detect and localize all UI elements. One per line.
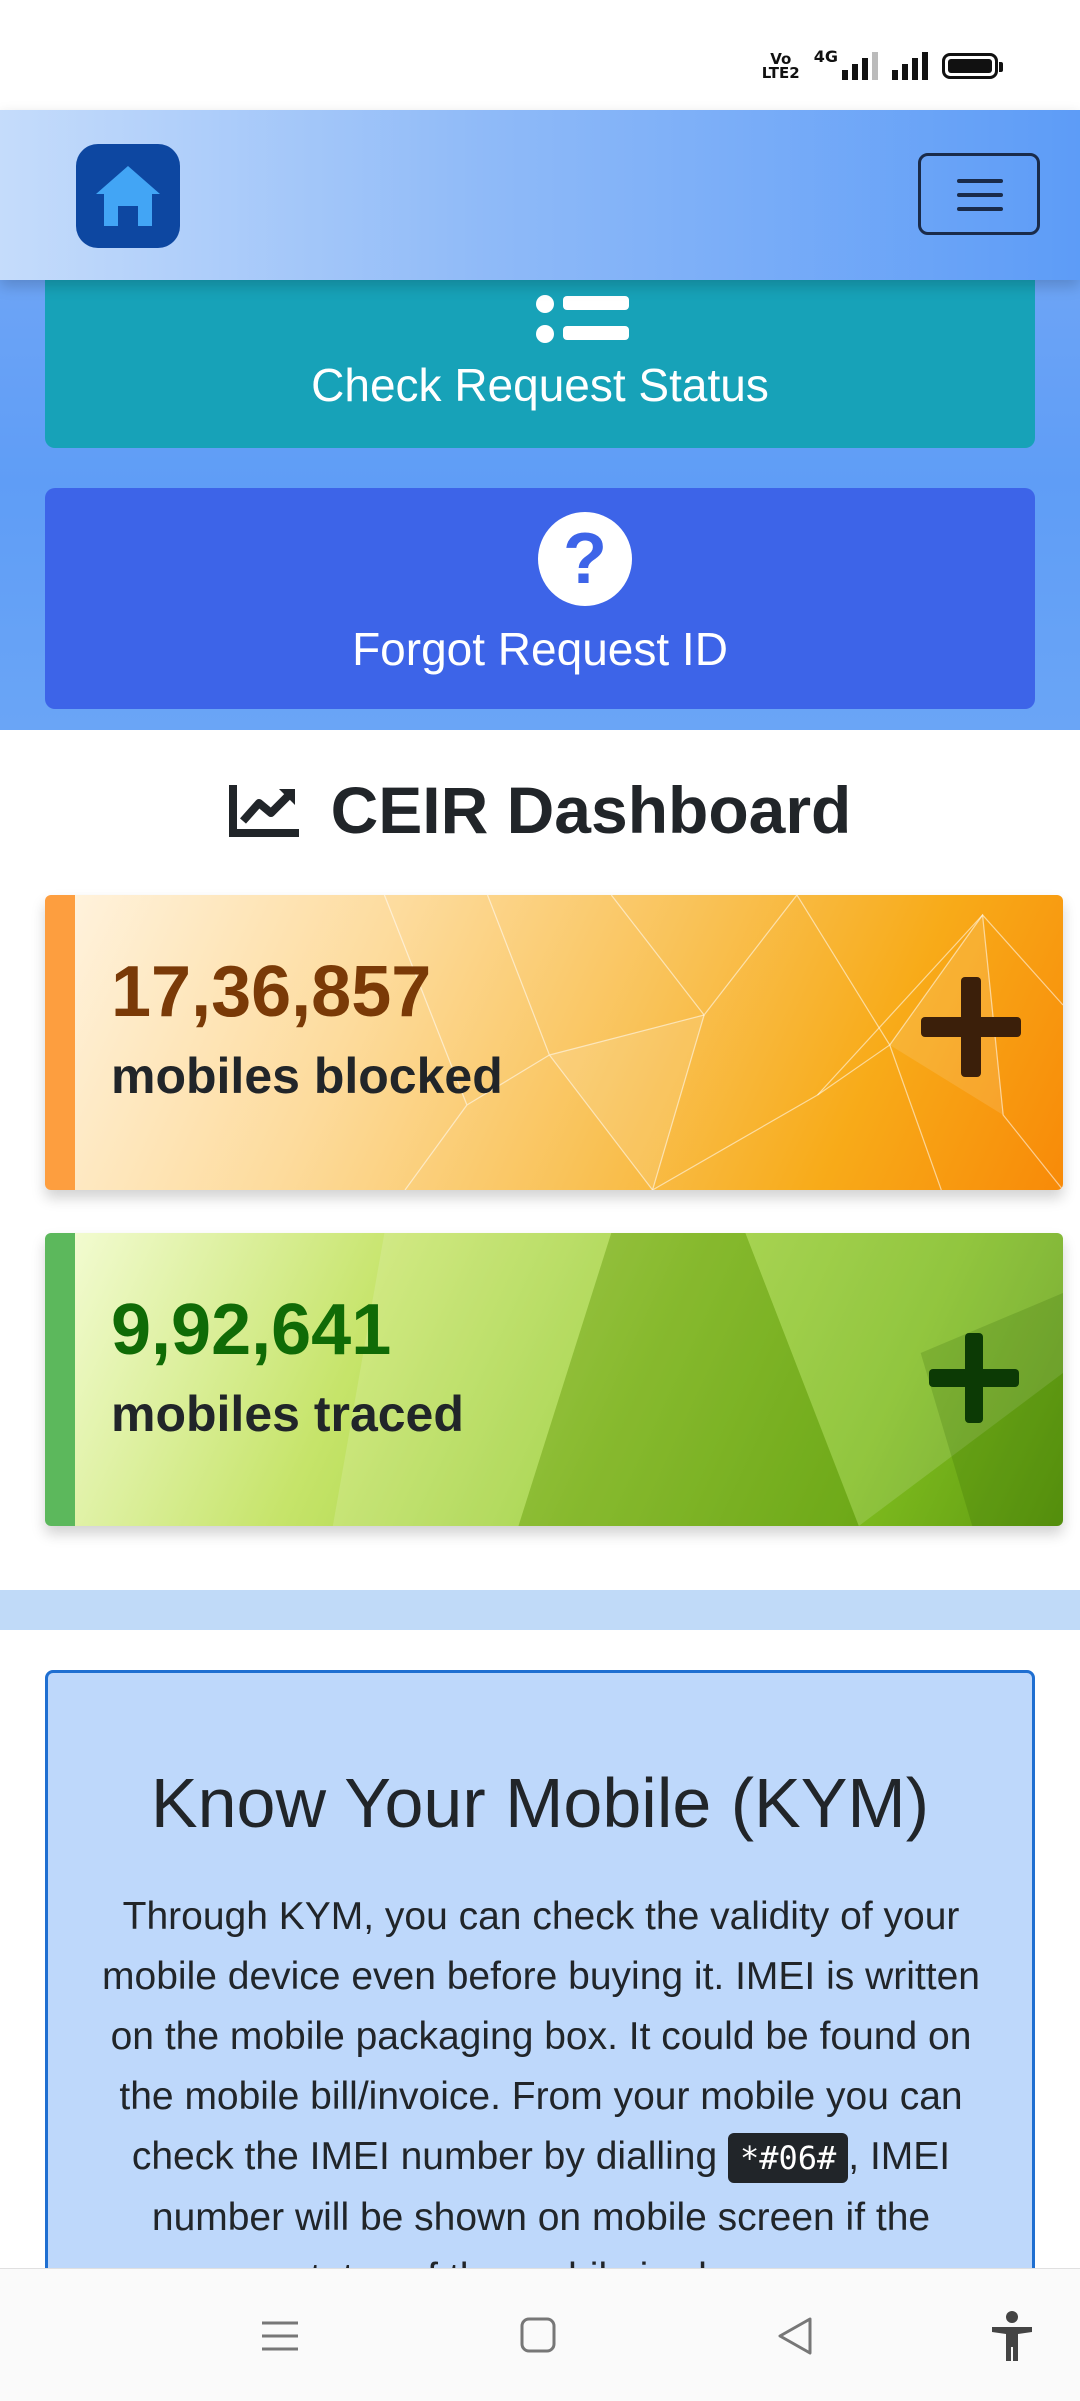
accessibility-icon[interactable] — [982, 2309, 1042, 2363]
traced-count: 9,92,641 — [111, 1290, 392, 1370]
battery-icon — [942, 53, 1003, 79]
imei-dial-code: *#06# — [727, 2133, 849, 2183]
kym-title: Know Your Mobile (KYM) — [150, 1764, 930, 1842]
menu-lines-icon[interactable] — [250, 2309, 310, 2363]
network-type: 4G — [813, 46, 838, 66]
status-bar: Vo LTE2 4G — [0, 0, 1080, 110]
signal-strength-sim1-icon — [842, 52, 878, 80]
card-background-pattern — [383, 895, 1063, 1190]
menu-toggle-button[interactable] — [918, 153, 1040, 235]
kym-card: Know Your Mobile (KYM) Through KYM, you … — [45, 1670, 1035, 2370]
check-request-status-label: Check Request Status — [311, 359, 769, 411]
hamburger-line — [957, 193, 1003, 197]
forgot-request-id-label: Forgot Request ID — [352, 623, 728, 675]
list-icon — [536, 295, 629, 343]
question-circle-icon: ? — [538, 512, 632, 606]
navbar — [0, 110, 1080, 280]
signal-strength-sim2-icon — [892, 52, 928, 80]
check-request-status-button[interactable]: Check Request Status — [45, 270, 1035, 448]
plus-icon[interactable] — [929, 1333, 1019, 1423]
dashboard-title: CEIR Dashboard — [330, 773, 852, 847]
hamburger-menu-icon — [957, 179, 1003, 183]
home-square-icon[interactable] — [508, 2309, 568, 2363]
stat-card-traced[interactable]: 9,92,641 mobiles traced — [45, 1233, 1063, 1526]
home-icon — [96, 166, 160, 226]
blocked-count: 17,36,857 — [111, 952, 432, 1032]
section-divider — [0, 1590, 1080, 1630]
volte-indicator: Vo LTE2 — [761, 50, 800, 82]
kym-description: Through KYM, you can check the validity … — [96, 1887, 986, 2308]
hamburger-line — [957, 207, 1003, 211]
plus-icon[interactable] — [921, 977, 1021, 1077]
dashboard-heading: CEIR Dashboard — [0, 770, 1080, 850]
forgot-request-id-button[interactable]: ? Forgot Request ID — [45, 488, 1035, 709]
status-icons: Vo LTE2 4G — [761, 47, 1003, 82]
back-triangle-icon[interactable] — [766, 2309, 826, 2363]
blocked-label: mobiles blocked — [111, 1048, 503, 1104]
traced-label: mobiles traced — [111, 1386, 464, 1442]
stat-card-blocked[interactable]: 17,36,857 mobiles blocked — [45, 895, 1063, 1190]
chart-line-icon — [228, 785, 299, 837]
card-background-pattern — [332, 1233, 1063, 1526]
home-logo[interactable] — [76, 144, 180, 248]
system-navigation-bar — [0, 2268, 1080, 2401]
